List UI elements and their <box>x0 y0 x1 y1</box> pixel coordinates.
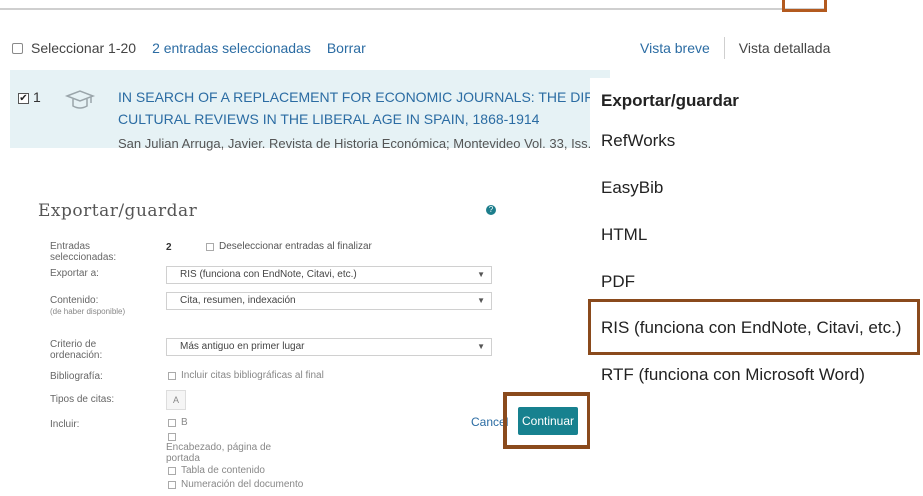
order-label: Criterio de ordenación: <box>50 339 103 361</box>
select-range-label: Seleccionar 1-20 <box>31 40 137 56</box>
include-option-numbering: Numeración del documento <box>181 479 304 490</box>
content-note: (de haber disponible) <box>50 307 126 316</box>
export-menu-title: Exportar/guardar <box>601 91 739 110</box>
selection-bar: Seleccionar 1-20 2 entradas seleccionada… <box>12 38 366 58</box>
chevron-down-icon: ▼ <box>477 270 485 279</box>
menu-item-pdf[interactable]: PDF <box>601 272 635 292</box>
export-format-value: RIS (funciona con EndNote, Citavi, etc.) <box>180 269 357 280</box>
bibliography-label: Bibliografía: <box>50 371 103 382</box>
deselect-label: Deseleccionar entradas al finalizar <box>219 241 372 252</box>
content-select[interactable]: Cita, resumen, indexación ▼ <box>166 292 492 310</box>
export-label: Exportar a: <box>50 268 99 279</box>
content-label: Contenido: (de haber disponible) <box>50 295 125 317</box>
bibliography-option: Incluir citas bibliográficas al final <box>181 370 324 381</box>
top-divider <box>0 8 827 10</box>
result-checkbox[interactable]: ✔ <box>18 93 29 104</box>
menu-item-html[interactable]: HTML <box>601 225 647 245</box>
chevron-down-icon: ▼ <box>477 342 485 351</box>
continue-button[interactable]: Continuar <box>518 407 578 435</box>
view-toggle: Vista breve Vista detallada <box>640 37 831 59</box>
view-brief-link[interactable]: Vista breve <box>640 40 710 56</box>
entries-count: 2 <box>166 242 172 253</box>
include-checkbox-toc[interactable] <box>168 467 176 475</box>
menu-item-easybib[interactable]: EasyBib <box>601 178 663 198</box>
include-label: Incluir: <box>50 419 80 430</box>
clear-selection-link[interactable]: Borrar <box>327 40 366 56</box>
include-checkbox-1[interactable] <box>168 419 176 427</box>
result-number: 1 <box>33 89 41 105</box>
order-select[interactable]: Más antiguo en primer lugar ▼ <box>166 338 492 356</box>
deselect-checkbox[interactable] <box>206 243 214 251</box>
content-label-text: Contenido: <box>50 295 99 306</box>
citation-type-button[interactable]: A <box>166 390 186 410</box>
menu-item-rtf[interactable]: RTF (funciona con Microsoft Word) <box>601 365 865 385</box>
menu-item-refworks[interactable]: RefWorks <box>601 131 675 151</box>
dialog-title: Exportar/guardar <box>38 201 198 221</box>
chevron-down-icon: ▼ <box>477 296 485 305</box>
include-option-1: B <box>181 417 188 428</box>
result-title-line2[interactable]: CULTURAL REVIEWS IN THE LIBERAL AGE IN S… <box>118 111 539 127</box>
content-value: Cita, resumen, indexación <box>180 295 296 306</box>
help-icon[interactable]: ? <box>486 205 496 215</box>
entries-label: Entradas seleccionadas: <box>50 241 117 263</box>
citation-types-label: Tipos de citas: <box>50 394 115 405</box>
selected-entries-link[interactable]: 2 entradas seleccionadas <box>152 40 311 56</box>
select-all-checkbox[interactable] <box>12 42 23 54</box>
view-detailed-link[interactable]: Vista detallada <box>739 40 831 56</box>
highlight-tab-marker <box>782 0 827 12</box>
export-format-select[interactable]: RIS (funciona con EndNote, Citavi, etc.)… <box>166 266 492 284</box>
bibliography-checkbox[interactable] <box>168 372 176 380</box>
include-option-toc: Tabla de contenido <box>181 465 265 476</box>
mortarboard-icon <box>64 88 96 117</box>
order-value: Más antiguo en primer lugar <box>180 341 305 352</box>
result-meta: San Julian Arruga, Javier. Revista de Hi… <box>118 136 655 151</box>
result-title-line1[interactable]: IN SEARCH OF A REPLACEMENT FOR ECONOMIC … <box>118 89 646 105</box>
ris-highlight <box>588 299 920 355</box>
include-checkbox-numbering[interactable] <box>168 481 176 489</box>
include-checkbox-2[interactable] <box>168 433 176 441</box>
include-option-cover: Encabezado, página de portada <box>166 442 272 464</box>
cancel-clip: Cancelar <box>466 412 508 430</box>
view-separator <box>723 37 725 59</box>
